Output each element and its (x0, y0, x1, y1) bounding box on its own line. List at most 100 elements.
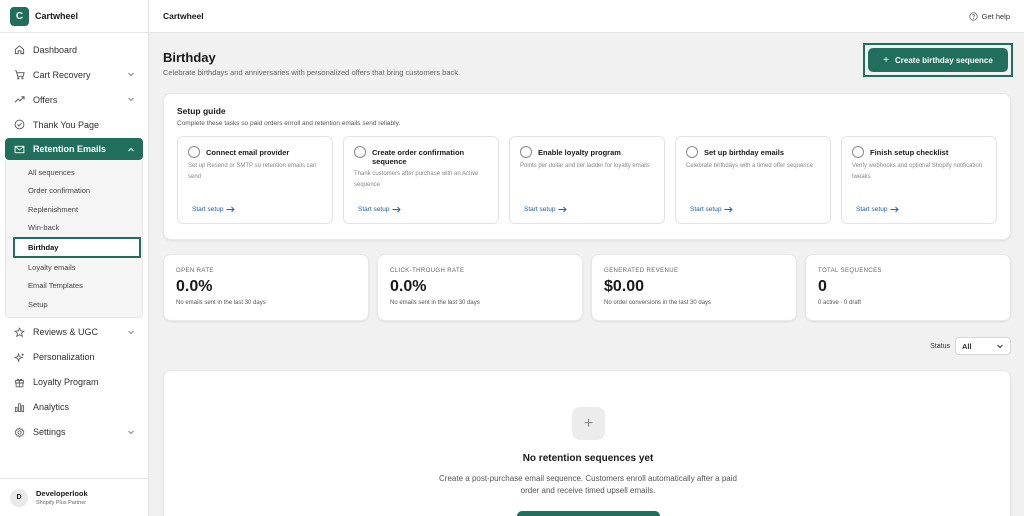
task-description: Set up Resend or SMTP so retention email… (188, 163, 317, 180)
stat-note: No order conversions in the last 30 days (604, 300, 712, 306)
sidebar-item-personalization[interactable]: Personalization (5, 345, 143, 370)
sidebar-item-cart-recovery[interactable]: Cart Recovery (5, 62, 143, 87)
sidebar-item-analytics[interactable]: Analytics (5, 395, 143, 420)
start-setup-label: Start setup (690, 206, 722, 213)
task-checkbox[interactable] (520, 146, 532, 158)
chevron-down-icon (128, 330, 134, 334)
arrow-right-icon (558, 206, 568, 213)
sidebar-nav: Dashboard Cart Recovery Offers Thank You… (0, 33, 148, 445)
stat-note: No emails sent in the last 30 days (176, 300, 266, 306)
brand: C Cartwheel (0, 0, 148, 33)
subnav-item-loyalty-emails[interactable]: Loyalty emails (6, 258, 142, 277)
check-circle-icon (13, 119, 25, 131)
sidebar-item-label: Loyalty Program (33, 377, 99, 387)
chevron-down-icon (128, 430, 134, 434)
create-birthday-sequence-button[interactable]: + Create birthday sequence (868, 48, 1008, 72)
start-setup-link[interactable]: Start setup (524, 206, 568, 213)
setup-task: Finish setup checklist Verify webhooks a… (841, 136, 997, 224)
user-profile[interactable]: D Developerlook Shopify Plus Partner (0, 478, 148, 516)
start-setup-label: Start setup (358, 206, 390, 213)
sparkle-icon (13, 351, 25, 363)
start-setup-label: Start setup (524, 206, 556, 213)
avatar: D (10, 488, 28, 507)
empty-state-create-button[interactable] (517, 511, 660, 516)
status-select[interactable]: All (955, 337, 1011, 355)
setup-task: Connect email provider Set up Resend or … (177, 136, 333, 224)
trend-icon (13, 94, 25, 106)
arrow-right-icon (724, 206, 734, 213)
stat-label: GENERATED REVENUE (604, 268, 679, 274)
stat-label: TOTAL SEQUENCES (818, 268, 882, 274)
sidebar-item-label: Retention Emails (33, 144, 107, 154)
cart-icon (13, 69, 25, 81)
sidebar-item-retention-emails[interactable]: Retention Emails (5, 138, 143, 160)
setup-guide-card: Setup guide Complete these tasks so paid… (163, 93, 1011, 240)
subnav-item-all-sequences[interactable]: All sequences (6, 163, 142, 182)
arrow-right-icon (226, 206, 236, 213)
brand-name: Cartwheel (35, 11, 79, 21)
task-checkbox[interactable] (354, 146, 366, 158)
help-icon (969, 11, 978, 21)
task-title: Finish setup checklist (870, 148, 949, 157)
page-subtitle: Celebrate birthdays and anniversaries wi… (163, 68, 461, 77)
page-title: Birthday (163, 50, 216, 65)
arrow-right-icon (392, 206, 402, 213)
task-title: Enable loyalty program (538, 148, 621, 157)
start-setup-link[interactable]: Start setup (358, 206, 402, 213)
subnav-item-birthday[interactable]: Birthday (13, 237, 141, 258)
start-setup-link[interactable]: Start setup (690, 206, 734, 213)
setup-guide-subtitle: Complete these tasks so paid orders enro… (177, 120, 401, 127)
chevron-down-icon (997, 344, 1003, 349)
stat-value: 0 (818, 278, 827, 295)
sidebar-item-reviews-ugc[interactable]: Reviews & UGC (5, 320, 143, 345)
stat-value: 0.0% (176, 278, 213, 295)
status-select-value: All (962, 341, 972, 351)
task-title: Set up birthday emails (704, 148, 785, 157)
subnav-item-email-templates[interactable]: Email Templates (6, 277, 142, 296)
setup-task: Create order confirmation sequence Thank… (343, 136, 499, 224)
stat-label: CLICK-THROUGH RATE (390, 268, 465, 274)
empty-state-card: + No retention sequences yet Create a po… (163, 370, 1011, 516)
start-setup-link[interactable]: Start setup (856, 206, 900, 213)
get-help-link[interactable]: Get help (969, 12, 1010, 21)
task-title: Connect email provider (206, 148, 290, 157)
retention-emails-subnav: All sequences Order confirmation Repleni… (5, 160, 143, 318)
stat-label: OPEN RATE (176, 268, 214, 274)
stat-card-total-sequences: TOTAL SEQUENCES 0 0 active · 0 draft (805, 254, 1011, 321)
status-filter: Status All (930, 337, 1011, 355)
get-help-label: Get help (981, 11, 1010, 21)
sidebar-item-thank-you-page[interactable]: Thank You Page (5, 112, 143, 137)
task-title: Create order confirmation sequence (372, 148, 465, 166)
sidebar-item-label: Reviews & UGC (33, 327, 99, 337)
sidebar-item-offers[interactable]: Offers (5, 87, 143, 112)
sidebar-item-dashboard[interactable]: Dashboard (5, 37, 143, 62)
sidebar-item-label: Thank You Page (33, 119, 100, 130)
bar-chart-icon (13, 401, 25, 413)
start-setup-link[interactable]: Start setup (192, 206, 236, 213)
subnav-item-order-confirmation[interactable]: Order confirmation (6, 182, 142, 201)
chevron-down-icon (128, 72, 134, 77)
setup-guide-title: Setup guide (177, 106, 226, 116)
stat-value: 0.0% (390, 278, 427, 295)
subnav-item-setup[interactable]: Setup (6, 295, 142, 314)
status-filter-label: Status (930, 342, 950, 350)
chevron-up-icon (128, 147, 134, 152)
task-checkbox[interactable] (188, 146, 200, 158)
stat-card-click-through-rate: CLICK-THROUGH RATE 0.0% No emails sent i… (377, 254, 583, 321)
arrow-right-icon (890, 206, 900, 213)
task-checkbox[interactable] (852, 146, 864, 158)
star-icon (13, 326, 25, 338)
subnav-item-replenishment[interactable]: Replenishment (6, 200, 142, 219)
sidebar-item-label: Offers (33, 94, 58, 105)
topbar: Cartwheel Get help (149, 0, 1024, 33)
subnav-item-win-back[interactable]: Win-back (6, 219, 142, 238)
start-setup-label: Start setup (192, 206, 224, 213)
sidebar-item-settings[interactable]: Settings (5, 420, 143, 445)
create-birthday-sequence-label: Create birthday sequence (895, 55, 993, 65)
home-icon (13, 44, 25, 56)
task-checkbox[interactable] (686, 146, 698, 158)
gear-icon (13, 426, 25, 438)
start-setup-label: Start setup (856, 206, 888, 213)
sidebar-item-loyalty-program[interactable]: Loyalty Program (5, 370, 143, 395)
plus-icon: + (883, 54, 890, 66)
